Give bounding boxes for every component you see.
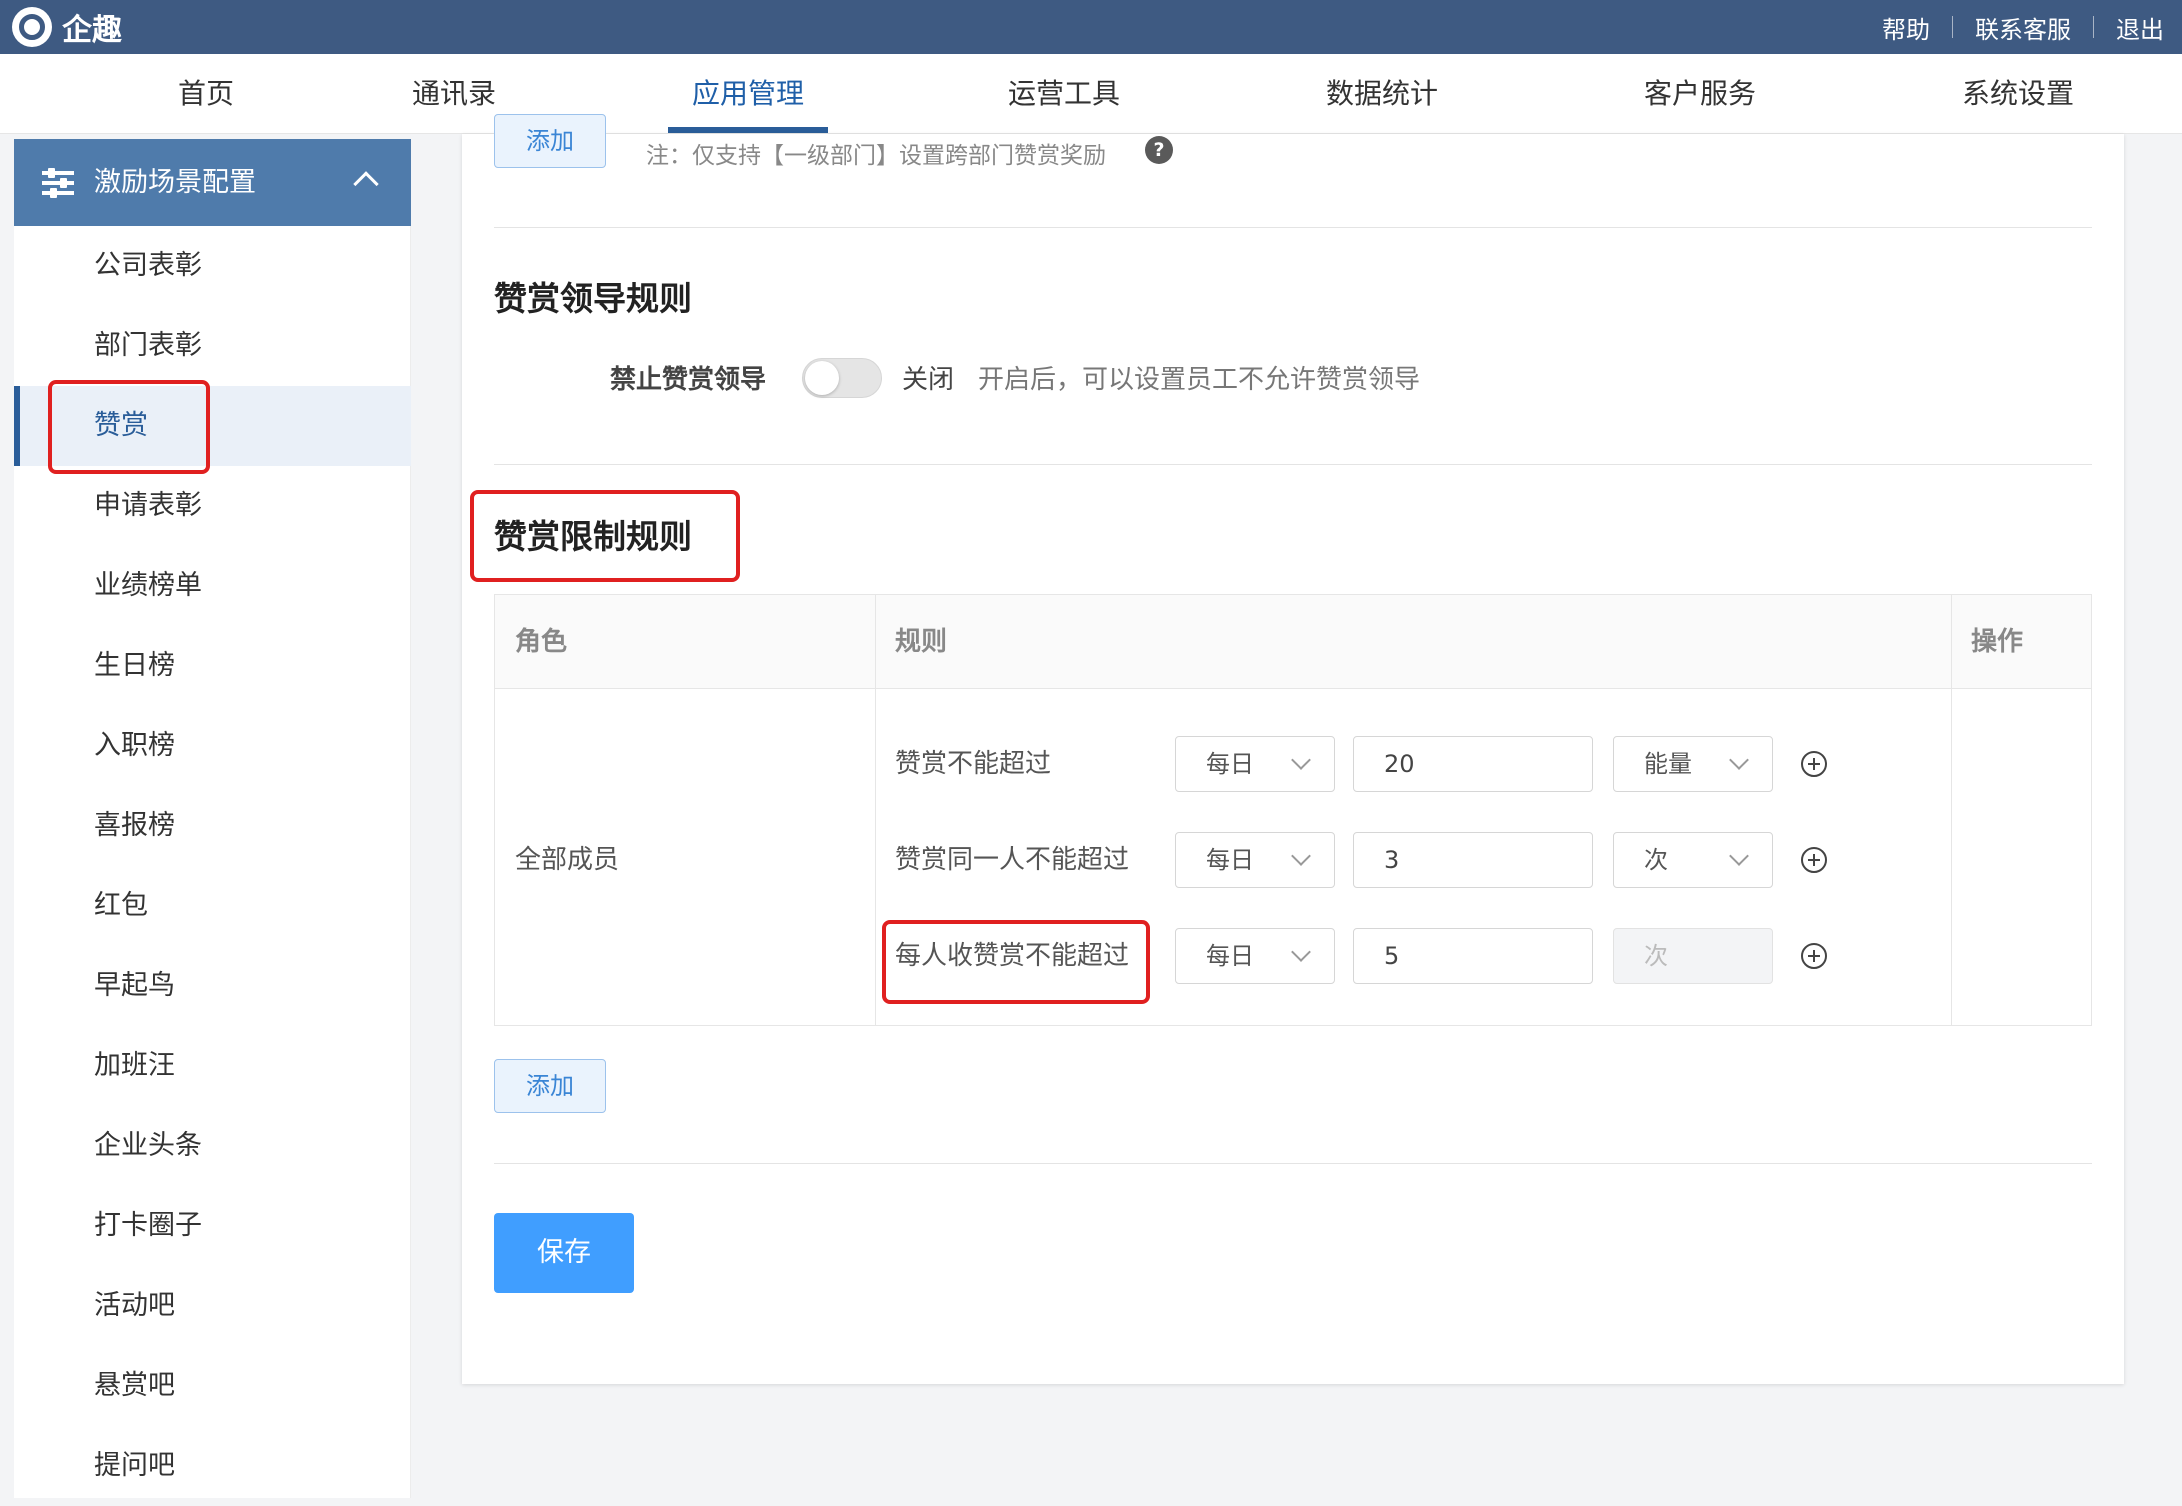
period-select[interactable]: 每日 [1175, 736, 1335, 792]
add-limit-rule-button[interactable]: 添加 [494, 1059, 606, 1113]
rule-label: 赞赏同一人不能超过 [895, 845, 1130, 875]
divider [875, 595, 876, 1025]
unit-value: 次 [1644, 846, 1668, 874]
top-bar: 企趣 帮助 联系客服 退出 [0, 0, 2182, 54]
chevron-down-icon [1729, 750, 1749, 770]
unit-select[interactable]: 能量 [1613, 736, 1773, 792]
toggle-state-text: 关闭 [902, 365, 955, 395]
period-select[interactable]: 每日 [1175, 928, 1335, 984]
nav-system-settings[interactable]: 系统设置 [1938, 54, 2098, 134]
divider [494, 1163, 2092, 1164]
nav-customer-service[interactable]: 客户服务 [1620, 54, 1780, 134]
divider [1952, 16, 1953, 38]
unit-value: 能量 [1644, 750, 1692, 778]
sidebar-item-department-commendation[interactable]: 部门表彰 [14, 306, 411, 386]
cross-department-note: 注：仅支持【一级部门】设置跨部门赞赏奖励 [646, 143, 1106, 169]
brand[interactable]: 企趣 [12, 6, 122, 48]
add-rule-icon[interactable] [1801, 847, 1827, 873]
limit-rules-table: 角色 规则 操作 全部成员 赞赏不能超过 每日 20 能量 赞赏同一人不能超过 … [494, 594, 2092, 1026]
chevron-down-icon [1291, 846, 1311, 866]
sidebar-item-red-packet[interactable]: 红包 [14, 866, 411, 946]
period-value: 每日 [1206, 942, 1254, 970]
nav-operation-tools[interactable]: 运营工具 [984, 54, 1144, 134]
sidebar-item-headlines[interactable]: 企业头条 [14, 1106, 411, 1186]
rule-label: 每人收赞赏不能超过 [895, 941, 1130, 971]
brand-name: 企趣 [62, 13, 122, 48]
sidebar-item-good-news-list[interactable]: 喜报榜 [14, 786, 411, 866]
period-value: 每日 [1206, 750, 1254, 778]
divider [494, 227, 2092, 228]
nav-data-statistics[interactable]: 数据统计 [1302, 54, 1462, 134]
sidebar-item-onboarding-list[interactable]: 入职榜 [14, 706, 411, 786]
nav-active-indicator [668, 127, 828, 133]
divider [494, 464, 2092, 465]
sidebar-item-questions[interactable]: 提问吧 [14, 1426, 411, 1506]
limit-value-input[interactable]: 5 [1353, 928, 1593, 984]
leader-rule-title: 赞赏领导规则 [494, 279, 692, 318]
contact-support-link[interactable]: 联系客服 [1975, 10, 2071, 45]
forbid-leader-toggle[interactable] [802, 358, 882, 398]
content-card: 添加 注：仅支持【一级部门】设置跨部门赞赏奖励 ? 赞赏领导规则 禁止赞赏领导 … [462, 114, 2124, 1384]
settings-sliders-icon [42, 168, 74, 198]
sidebar-item-bounty[interactable]: 悬赏吧 [14, 1346, 411, 1426]
logout-link[interactable]: 退出 [2116, 10, 2164, 45]
help-link[interactable]: 帮助 [1882, 10, 1930, 45]
limit-rule-title: 赞赏限制规则 [494, 517, 692, 556]
sidebar-item-checkin-circle[interactable]: 打卡圈子 [14, 1186, 411, 1266]
limit-value-input[interactable]: 20 [1353, 736, 1593, 792]
sidebar-item-apply-commendation[interactable]: 申请表彰 [14, 466, 411, 546]
sidebar-item-early-bird[interactable]: 早起鸟 [14, 946, 411, 1026]
divider [2093, 16, 2094, 38]
sidebar-item-birthday-list[interactable]: 生日榜 [14, 626, 411, 706]
sidebar-item-company-commendation[interactable]: 公司表彰 [14, 226, 411, 306]
sidebar-group-title: 激励场景配置 [94, 167, 256, 198]
sidebar-group-header[interactable]: 激励场景配置 [14, 139, 411, 226]
chevron-down-icon [1291, 750, 1311, 770]
chevron-up-icon[interactable] [353, 171, 379, 197]
column-header-rule: 规则 [875, 595, 1951, 689]
rule-label: 赞赏不能超过 [895, 749, 1052, 779]
nav-home[interactable]: 首页 [150, 54, 262, 134]
sidebar: 激励场景配置 公司表彰 部门表彰 赞赏 申请表彰 业绩榜单 生日榜 入职榜 喜报… [14, 139, 411, 1498]
sidebar-item-activities[interactable]: 活动吧 [14, 1266, 411, 1346]
add-rule-icon[interactable] [1801, 943, 1827, 969]
role-cell: 全部成员 [515, 845, 620, 875]
leader-rule-description: 开启后，可以设置员工不允许赞赏领导 [978, 365, 1421, 395]
forbid-leader-label: 禁止赞赏领导 [610, 365, 767, 395]
help-icon[interactable]: ? [1145, 136, 1173, 164]
unit-select-disabled: 次 [1613, 928, 1773, 984]
chevron-down-icon [1729, 846, 1749, 866]
sidebar-item-appreciation[interactable]: 赞赏 [14, 386, 411, 466]
sidebar-item-performance-ranking[interactable]: 业绩榜单 [14, 546, 411, 626]
add-cross-department-button[interactable]: 添加 [494, 114, 606, 168]
logo-icon [12, 7, 52, 47]
sidebar-item-overtime[interactable]: 加班汪 [14, 1026, 411, 1106]
top-links: 帮助 联系客服 退出 [1882, 8, 2164, 46]
save-button[interactable]: 保存 [494, 1213, 634, 1293]
nav-app-management[interactable]: 应用管理 [668, 54, 828, 134]
period-value: 每日 [1206, 846, 1254, 874]
limit-value-input[interactable]: 3 [1353, 832, 1593, 888]
column-header-role: 角色 [495, 595, 875, 689]
column-header-action: 操作 [1951, 595, 2091, 689]
unit-select[interactable]: 次 [1613, 832, 1773, 888]
main-nav: 首页 通讯录 应用管理 运营工具 数据统计 客户服务 系统设置 [0, 54, 2182, 134]
period-select[interactable]: 每日 [1175, 832, 1335, 888]
add-rule-icon[interactable] [1801, 751, 1827, 777]
divider [1951, 595, 1952, 1025]
chevron-down-icon [1291, 942, 1311, 962]
unit-value: 次 [1644, 942, 1668, 970]
